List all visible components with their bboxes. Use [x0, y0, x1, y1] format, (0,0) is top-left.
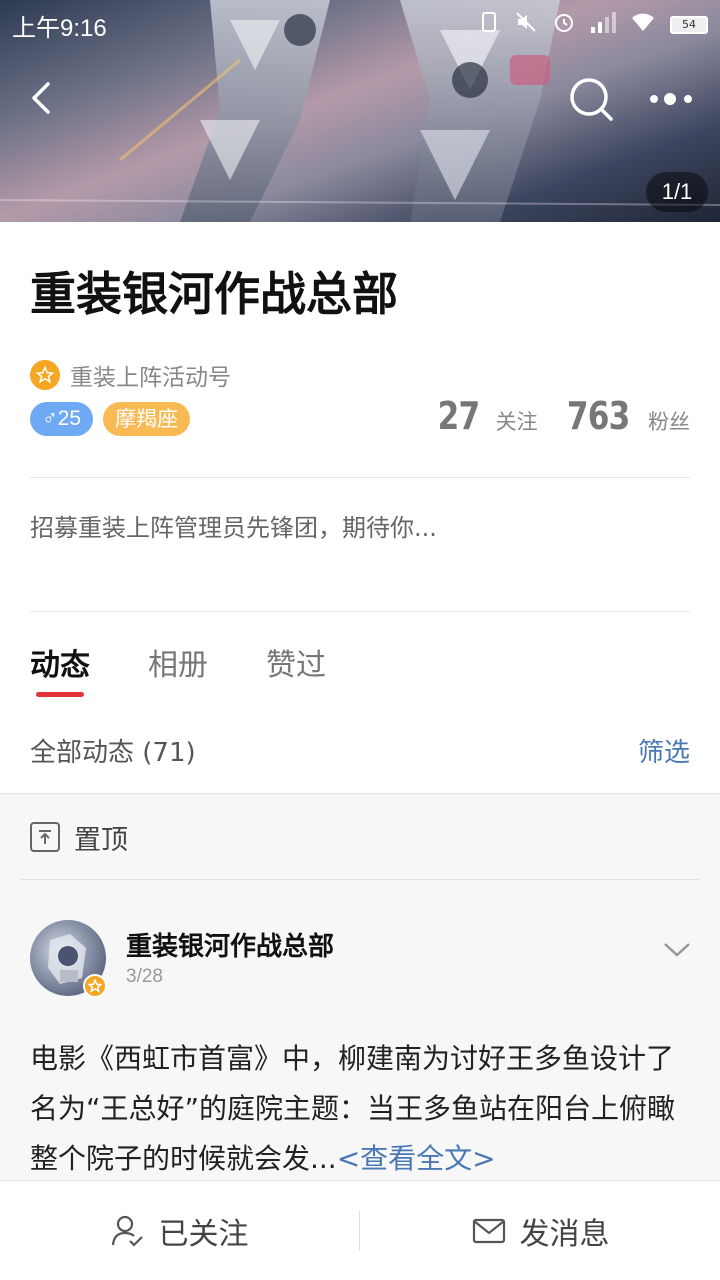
page-indicator: 1/1 — [646, 172, 708, 212]
status-icons: 54 — [478, 10, 708, 40]
back-arrow-icon — [32, 82, 50, 114]
post-menu-button[interactable] — [662, 940, 692, 960]
wifi-icon — [630, 11, 656, 39]
tab-moments[interactable]: 动态 — [30, 640, 90, 700]
more-button[interactable] — [644, 82, 700, 116]
chevron-down-icon — [664, 943, 690, 957]
star-icon — [30, 360, 60, 390]
divider — [30, 477, 690, 478]
vibrate-icon — [478, 10, 500, 40]
tab-liked[interactable]: 赞过 — [266, 640, 326, 700]
bottom-action-bar: 已关注 发消息 — [0, 1180, 720, 1280]
profile-tags: ♂25 摩羯座 — [30, 402, 191, 436]
user-check-icon — [111, 1215, 143, 1247]
filter-button[interactable]: 筛选 — [638, 732, 690, 769]
battery-icon: 54 — [670, 16, 708, 34]
profile-stats: 27 关注 763 粉丝 — [433, 394, 690, 438]
following-count[interactable]: 27 — [437, 394, 480, 438]
zodiac-tag: 摩羯座 — [103, 402, 191, 436]
divider — [359, 1211, 360, 1251]
mute-icon — [514, 10, 538, 40]
message-button[interactable]: 发消息 — [361, 1181, 720, 1280]
alarm-icon — [552, 10, 576, 40]
status-bar: 上午9:16 54 — [0, 0, 720, 50]
post-author[interactable]: 重装银河作战总部 — [126, 926, 334, 963]
profile-bio: 招募重装上阵管理员先锋团，期待你... — [30, 514, 437, 542]
tab-active-indicator — [36, 692, 84, 697]
more-dots-icon — [650, 93, 692, 105]
following-label[interactable]: 关注 — [496, 406, 538, 436]
feed-count: 全部动态 (71) — [30, 738, 196, 768]
tab-label: 动态 — [30, 648, 90, 683]
pinned-label: 置顶 — [74, 825, 128, 856]
followers-label[interactable]: 粉丝 — [648, 406, 690, 436]
post-date: 3/28 — [126, 966, 163, 987]
profile-tabs: 动态 相册 赞过 — [30, 640, 326, 700]
nav-bar — [0, 60, 720, 140]
search-button[interactable] — [564, 72, 618, 126]
feed-list: 置顶 重装银河作战总部 3/28 电影《西虹市首富》中，柳建南为讨好王多鱼设计了… — [0, 794, 720, 1198]
star-icon — [83, 974, 107, 998]
back-button[interactable] — [20, 76, 64, 120]
tab-label: 相册 — [148, 648, 208, 683]
followed-label: 已关注 — [158, 1217, 249, 1252]
divider — [30, 611, 690, 612]
message-label: 发消息 — [519, 1217, 610, 1252]
followers-count[interactable]: 763 — [567, 394, 630, 438]
post-text[interactable]: 电影《西虹市首富》中，柳建南为讨好王多鱼设计了名为“王总好”的庭院主题：当王多鱼… — [30, 1034, 690, 1184]
verified-label: 重装上阵活动号 — [70, 365, 231, 391]
status-time: 上午9:16 — [12, 14, 107, 42]
search-icon — [570, 78, 613, 121]
tab-album[interactable]: 相册 — [148, 640, 208, 700]
verified-row: 重装上阵活动号 — [30, 358, 231, 392]
read-more-link[interactable]: <查看全文> — [337, 1142, 496, 1175]
profile-name: 重装银河作战总部 — [30, 267, 398, 321]
tab-label: 赞过 — [266, 648, 326, 683]
signal-icon — [590, 11, 616, 39]
mail-icon — [472, 1218, 505, 1244]
followed-button[interactable]: 已关注 — [0, 1181, 359, 1280]
header-banner: 上午9:16 54 1/1 — [0, 0, 720, 222]
pin-top-icon — [30, 822, 60, 852]
gender-age-tag: ♂25 — [30, 402, 94, 436]
pinned-row: 置顶 — [20, 794, 700, 880]
feed-header: 全部动态 (71) 筛选 — [0, 706, 720, 794]
